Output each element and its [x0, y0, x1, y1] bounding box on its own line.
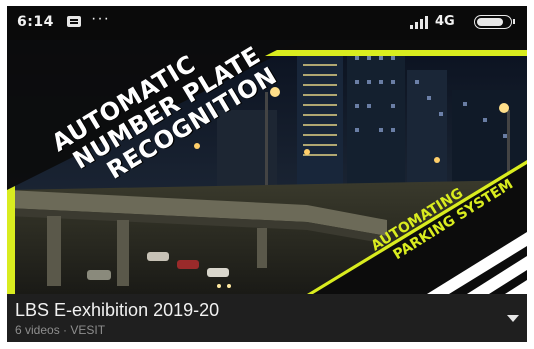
- network-type: 4G: [435, 14, 455, 29]
- battery-icon: [474, 15, 515, 29]
- expand-chevron-icon[interactable]: [507, 315, 519, 322]
- playlist-title[interactable]: LBS E-exhibition 2019-20: [15, 300, 219, 321]
- playlist-meta: 6 videos · VESIT: [15, 323, 106, 337]
- battery-level: [477, 18, 503, 26]
- video-card[interactable]: 6:14 ··· 4G AUTOMATIC NUMBER PLATE RECOG…: [7, 6, 527, 342]
- signal-icon: [410, 15, 432, 29]
- message-icon: [67, 16, 81, 27]
- status-time: 6:14: [17, 14, 54, 30]
- playlist-thumbnail[interactable]: AUTOMATIC NUMBER PLATE RECOGNITION AUTOM…: [7, 40, 527, 294]
- status-bar: 6:14 ··· 4G: [7, 6, 527, 40]
- playlist-info-bar[interactable]: LBS E-exhibition 2019-20 6 videos · VESI…: [7, 294, 527, 342]
